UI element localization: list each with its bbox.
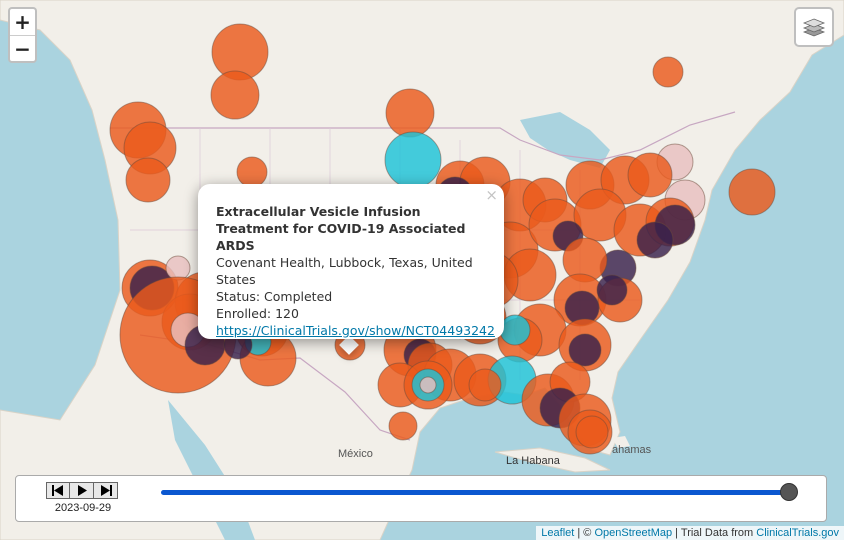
timeline-buttons bbox=[46, 482, 118, 499]
map-attribution: Leaflet | © OpenStreetMap | Trial Data f… bbox=[536, 526, 844, 540]
trial-marker[interactable] bbox=[125, 157, 171, 203]
zoom-out-button[interactable]: − bbox=[10, 35, 35, 61]
zoom-in-button[interactable]: + bbox=[10, 9, 35, 35]
trial-marker[interactable] bbox=[575, 415, 609, 449]
trial-popup: × Extracellular Vesicle Infusion Treatme… bbox=[198, 184, 504, 339]
layers-icon bbox=[802, 18, 826, 37]
timeline-control: 2023-09-29 bbox=[15, 475, 827, 522]
attribution-sep-2: | Trial Data from bbox=[672, 527, 757, 539]
trial-marker[interactable] bbox=[210, 70, 260, 120]
popup-title: Extracellular Vesicle Infusion Treatment… bbox=[216, 204, 466, 253]
label-havana: La Habana bbox=[506, 455, 561, 467]
play-icon bbox=[77, 485, 87, 496]
trial-marker[interactable] bbox=[636, 221, 674, 259]
trial-marker[interactable] bbox=[728, 168, 776, 216]
skip-back-button[interactable] bbox=[46, 482, 70, 499]
label-bahamas: ahamas bbox=[612, 444, 652, 456]
zoom-control: + − bbox=[8, 7, 37, 63]
trial-marker[interactable] bbox=[419, 376, 437, 394]
skip-back-icon bbox=[52, 485, 63, 496]
trial-marker[interactable] bbox=[468, 368, 502, 402]
trial-marker[interactable] bbox=[596, 274, 628, 306]
trial-marker[interactable] bbox=[652, 56, 684, 88]
popup-location: Covenant Health, Lubbock, Texas, United … bbox=[216, 255, 473, 287]
trial-marker[interactable] bbox=[627, 152, 673, 198]
skip-forward-icon bbox=[100, 485, 112, 496]
trial-marker[interactable] bbox=[388, 411, 418, 441]
timeline-slider-thumb[interactable] bbox=[780, 483, 798, 501]
trial-marker[interactable] bbox=[384, 131, 442, 189]
popup-status: Status: Completed bbox=[216, 289, 333, 304]
trial-marker[interactable] bbox=[165, 255, 191, 281]
trial-marker[interactable] bbox=[385, 88, 435, 138]
trial-marker[interactable] bbox=[499, 314, 531, 346]
leaflet-link[interactable]: Leaflet bbox=[541, 527, 574, 539]
timeline-date: 2023-09-29 bbox=[54, 502, 112, 514]
timeline-slider-track[interactable] bbox=[161, 490, 789, 495]
label-mexico: México bbox=[338, 448, 373, 460]
skip-forward-button[interactable] bbox=[94, 482, 118, 499]
popup-enrolled: Enrolled: 120 bbox=[216, 306, 299, 321]
layers-button[interactable] bbox=[794, 7, 834, 47]
attribution-sep-1: | © bbox=[574, 527, 595, 539]
trial-marker[interactable] bbox=[568, 333, 602, 367]
trial-marker[interactable] bbox=[236, 156, 268, 188]
clinicaltrials-link[interactable]: ClinicalTrials.gov bbox=[756, 527, 839, 539]
popup-close-button[interactable]: × bbox=[485, 187, 498, 204]
openstreetmap-link[interactable]: OpenStreetMap bbox=[594, 527, 672, 539]
popup-trial-link[interactable]: https://ClinicalTrials.gov/show/NCT04493… bbox=[216, 323, 495, 338]
play-button[interactable] bbox=[70, 482, 94, 499]
